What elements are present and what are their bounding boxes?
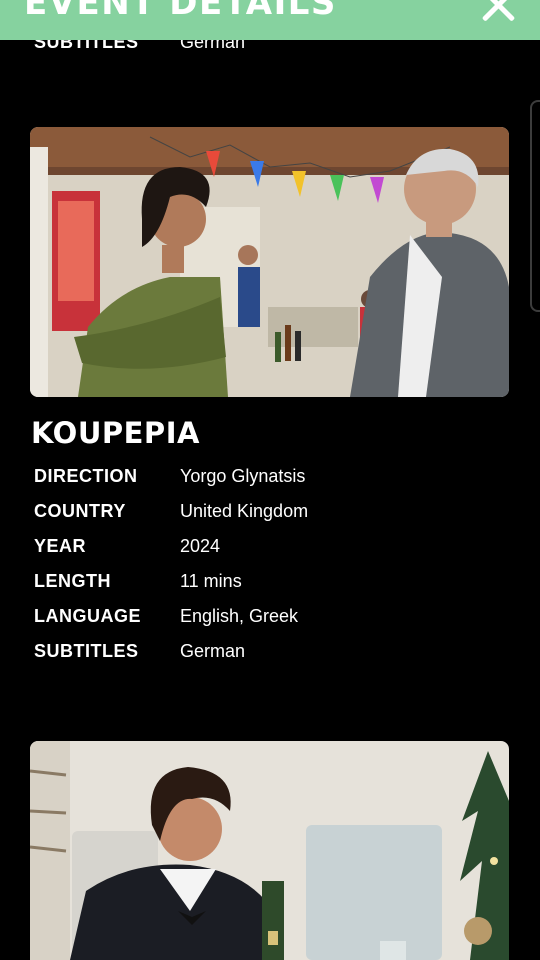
film-details-list: DIRECTION Yorgo Glynatsis COUNTRY United… (34, 466, 504, 676)
detail-value: Yorgo Glynatsis (180, 466, 306, 486)
detail-row-language: LANGUAGE English, Greek (34, 606, 504, 641)
detail-key: SUBTITLES (34, 641, 139, 661)
scrollbar-thumb[interactable] (530, 100, 540, 312)
film-title: KOUPEPIA (31, 416, 200, 450)
detail-row-subtitles: SUBTITLES German (34, 641, 504, 676)
film-still-image (30, 127, 509, 397)
detail-value: 2024 (180, 536, 221, 556)
detail-row-country: COUNTRY United Kingdom (34, 501, 504, 536)
detail-row-length: LENGTH 11 mins (34, 571, 504, 606)
detail-value: English, Greek (180, 606, 299, 626)
detail-value: German (180, 641, 246, 661)
detail-row-direction: DIRECTION Yorgo Glynatsis (34, 466, 504, 501)
next-film-still-image (30, 741, 509, 960)
page-title: EVENT DETAILS (24, 0, 337, 23)
detail-key: LANGUAGE (34, 606, 141, 626)
detail-value: United Kingdom (180, 501, 309, 521)
detail-row-year: YEAR 2024 (34, 536, 504, 571)
header-bar: EVENT DETAILS (0, 0, 540, 40)
detail-key: LENGTH (34, 571, 111, 591)
close-icon[interactable] (480, 0, 516, 22)
detail-value: 11 mins (180, 571, 242, 591)
detail-key: DIRECTION (34, 466, 138, 486)
detail-key: COUNTRY (34, 501, 126, 521)
detail-key: YEAR (34, 536, 87, 556)
